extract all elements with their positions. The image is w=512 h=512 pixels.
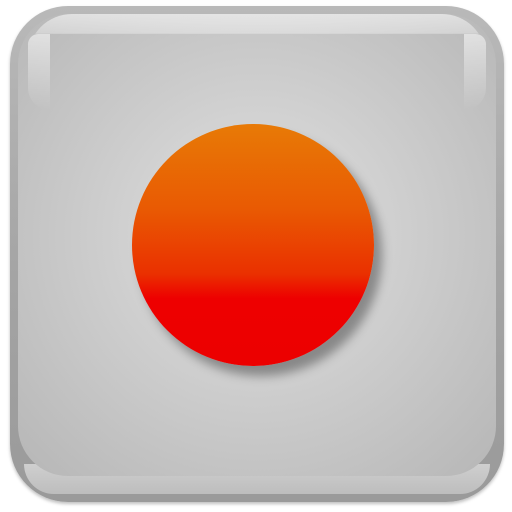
stage <box>0 0 512 512</box>
record-button[interactable] <box>10 6 504 502</box>
record-icon <box>132 124 374 366</box>
